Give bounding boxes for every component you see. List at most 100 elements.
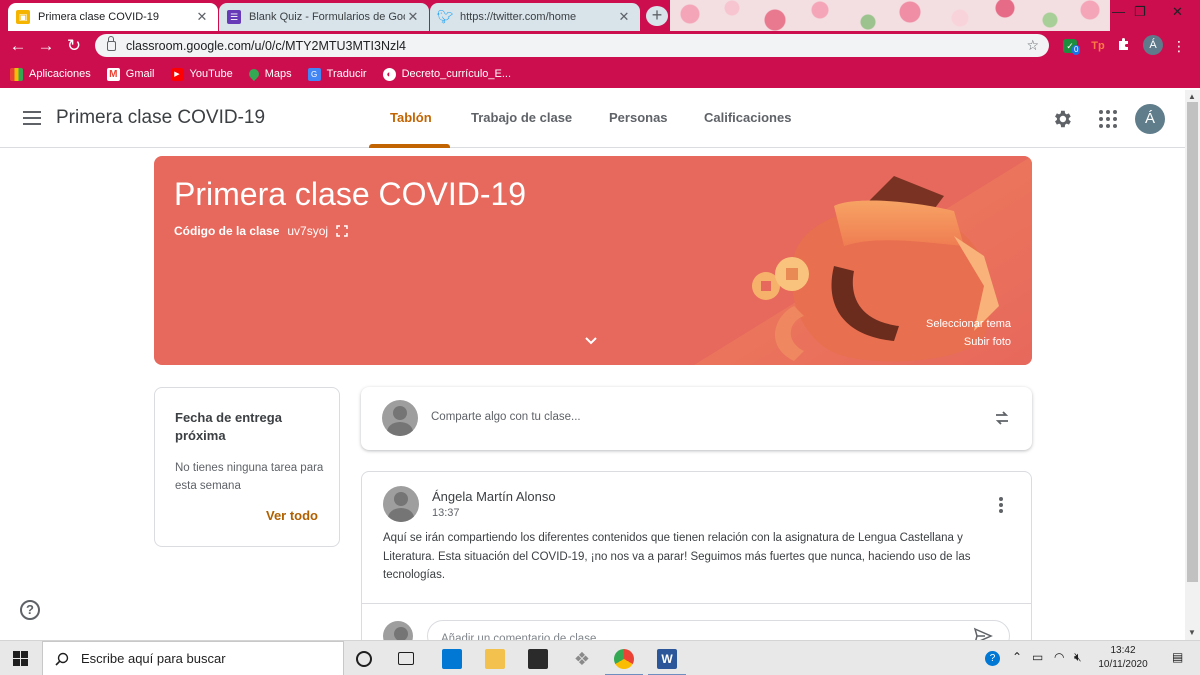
tab-calificaciones[interactable]: Calificaciones (704, 110, 791, 125)
bookmark-label: Gmail (125, 68, 155, 80)
twitter-favicon-icon: 🐦︎ (436, 9, 454, 24)
speaker-muted-icon[interactable]: 🔇︎ (1074, 650, 1082, 665)
extension-shield-icon[interactable]: ✓ 0 (1061, 37, 1081, 55)
user-avatar[interactable]: Á (1135, 104, 1165, 134)
apps-grid-icon (10, 67, 23, 81)
avatar (383, 486, 419, 522)
clock-date: 10/11/2020 (1098, 659, 1148, 670)
bookmark-youtube[interactable]: ▶ YouTube (170, 67, 233, 81)
scroll-down-icon[interactable]: ▼ (1188, 628, 1196, 637)
menu-kebab-icon[interactable]: ⋮ (1172, 37, 1186, 55)
tab-tablon[interactable]: Tablón (390, 110, 432, 125)
select-theme-link[interactable]: Seleccionar tema (926, 318, 1011, 330)
dropbox-icon[interactable]: ❖ (572, 649, 592, 669)
upcoming-card: Fecha de entrega próxima No tienes ningu… (154, 387, 340, 547)
translate-icon: G (307, 67, 321, 81)
repost-icon[interactable] (993, 409, 1011, 427)
upload-photo-link[interactable]: Subir foto (964, 336, 1011, 348)
class-title[interactable]: Primera clase COVID-19 (56, 107, 265, 129)
forward-icon[interactable]: → (36, 36, 56, 56)
tab-forms[interactable]: ☰ Blank Quiz - Formularios de Goog ✕ (219, 3, 429, 31)
classroom-favicon-icon: ▣ (16, 10, 30, 24)
bookmark-gmail[interactable]: M Gmail (106, 67, 155, 81)
maps-icon (246, 66, 261, 82)
chrome-icon[interactable] (614, 649, 634, 669)
minimize-icon[interactable]: — (1112, 4, 1125, 19)
cortana-icon[interactable] (356, 651, 372, 667)
post-author: Ángela Martín Alonso (432, 489, 556, 504)
extension-tp-icon[interactable]: Tp (1088, 37, 1108, 55)
youtube-icon: ▶ (170, 67, 184, 81)
file-explorer-icon[interactable] (485, 649, 505, 669)
post-body: Aquí se irán compartiendo los diferentes… (383, 532, 971, 581)
help-icon[interactable]: ? (20, 600, 40, 620)
help-tray-icon[interactable]: ? (985, 651, 1000, 666)
word-icon[interactable]: W (657, 649, 677, 669)
scrollbar-thumb[interactable] (1187, 102, 1198, 582)
bookmarks-bar: Aplicaciones M Gmail ▶ YouTube Maps G Tr… (0, 60, 1200, 88)
mail-icon[interactable] (442, 649, 462, 669)
google-apps-icon[interactable] (1099, 110, 1117, 128)
view-all-link[interactable]: Ver todo (266, 508, 318, 523)
share-box[interactable]: Comparte algo con tu clase... (361, 387, 1032, 450)
bookmark-label: Maps (264, 68, 292, 80)
extension-badge: 0 (1072, 45, 1081, 55)
fullscreen-icon[interactable] (336, 225, 348, 237)
tab-twitter[interactable]: 🐦︎ https://twitter.com/home ✕ (430, 3, 640, 31)
gear-icon[interactable] (1051, 108, 1073, 130)
restore-icon[interactable]: ❐ (1134, 4, 1146, 20)
share-placeholder[interactable]: Comparte algo con tu clase... (431, 411, 581, 423)
chevron-down-icon[interactable] (584, 334, 598, 348)
close-window-icon[interactable]: ✕ (1172, 4, 1183, 20)
tab-close-icon[interactable]: ✕ (616, 9, 632, 25)
tab-personas[interactable]: Personas (609, 110, 668, 125)
avatar (382, 400, 418, 436)
page-scrollbar[interactable]: ▲ ▼ (1185, 90, 1200, 640)
url-text: classroom.google.com/u/0/c/MTY2MTU3MTI3N… (126, 38, 406, 53)
web-icon: ◐ (382, 67, 396, 81)
scroll-up-icon[interactable]: ▲ (1188, 92, 1196, 101)
classroom-header: Primera clase COVID-19 Tablón Trabajo de… (0, 90, 1185, 148)
bookmark-star-icon[interactable]: ☆ (1026, 37, 1039, 54)
lock-icon (107, 35, 116, 51)
windows-start-icon[interactable] (13, 651, 28, 666)
tab-close-icon[interactable]: ✕ (405, 9, 421, 25)
notifications-icon[interactable]: ▤ (1172, 650, 1183, 664)
taskbar-search-placeholder: Escribe aquí para buscar (81, 651, 226, 666)
reload-icon[interactable]: ↻ (64, 36, 84, 56)
tab-title: Primera clase COVID-19 (38, 11, 160, 23)
class-code: Código de la clase uv7syoj (174, 224, 348, 238)
bookmark-aplicaciones[interactable]: Aplicaciones (10, 67, 91, 81)
active-tab-indicator (369, 144, 450, 148)
class-code-value: uv7syoj (287, 224, 329, 238)
bookmark-maps[interactable]: Maps (246, 66, 292, 82)
bookmark-traducir[interactable]: G Traducir (307, 67, 367, 81)
tab-close-icon[interactable]: ✕ (194, 9, 210, 25)
tab-trabajo-de-clase[interactable]: Trabajo de clase (471, 110, 572, 125)
main-menu-icon[interactable] (23, 111, 41, 125)
task-view-icon[interactable] (398, 652, 414, 665)
extensions-puzzle-icon[interactable] (1115, 37, 1133, 55)
banner-title: Primera clase COVID-19 (174, 176, 527, 212)
taskbar-clock[interactable]: 13:42 10/11/2020 (1092, 644, 1154, 672)
tab-title: https://twitter.com/home (460, 11, 577, 23)
bookmark-label: Aplicaciones (29, 68, 91, 80)
back-icon[interactable]: ← (8, 36, 28, 56)
wifi-icon[interactable]: ◠ (1054, 650, 1064, 664)
address-bar[interactable]: classroom.google.com/u/0/c/MTY2MTU3MTI3N… (95, 34, 1049, 57)
bookmark-decreto[interactable]: ◐ Decreto_currículo_E... (382, 67, 511, 81)
bookmark-label: Traducir (326, 68, 367, 80)
browser-toolbar: ← → ↻ classroom.google.com/u/0/c/MTY2MTU… (0, 31, 1200, 60)
store-icon[interactable] (528, 649, 548, 669)
tab-classroom[interactable]: ▣ Primera clase COVID-19 ✕ (8, 3, 218, 31)
theme-floral-pattern (670, 0, 1110, 31)
chevron-up-icon[interactable]: ⌃ (1012, 650, 1022, 664)
post-options-icon[interactable] (999, 497, 1003, 513)
taskbar-search[interactable]: Escribe aquí para buscar (42, 641, 344, 675)
browser-tab-strip: ▣ Primera clase COVID-19 ✕ ☰ Blank Quiz … (0, 0, 1200, 31)
windows-taskbar: Escribe aquí para buscar ❖ W ? ⌃ ▭ ◠ 🔇︎ … (0, 640, 1200, 675)
new-tab-button[interactable]: + (646, 6, 668, 26)
browser-profile-avatar[interactable]: Á (1143, 35, 1163, 55)
class-code-label: Código de la clase (174, 224, 280, 238)
forms-favicon-icon: ☰ (227, 10, 241, 24)
